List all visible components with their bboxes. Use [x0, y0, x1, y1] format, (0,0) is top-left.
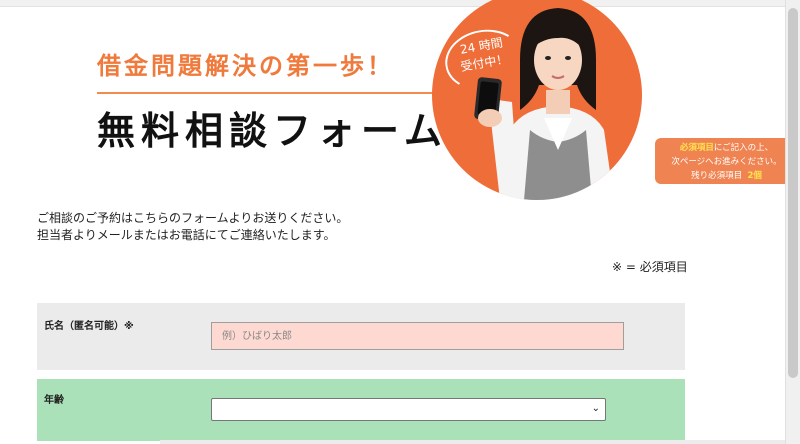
- form-row-name: 氏名（匿名可能）※: [37, 303, 685, 370]
- hero-subtitle: 借金問題解決の第一歩！: [97, 52, 394, 80]
- remaining-count: 2個: [747, 171, 762, 181]
- intro-line-1: ご相談のご予約はこちらのフォームよりお送りください。: [37, 211, 349, 225]
- intro-line-2: 担当者よりメールまたはお電話にてご連絡いたします。: [37, 228, 336, 242]
- browser-top-edge: [0, 0, 786, 7]
- form-bottom-edge: [160, 440, 786, 444]
- notice-highlight: 必須項目: [679, 143, 714, 153]
- name-label-text: 氏名（匿名可能）: [44, 321, 124, 332]
- page-title: 無料相談フォーム: [97, 109, 448, 153]
- operator-illustration: [474, 8, 614, 200]
- name-input[interactable]: [211, 322, 624, 350]
- name-field-label: 氏名（匿名可能）※: [44, 317, 134, 332]
- required-mark: ※: [124, 321, 134, 332]
- title-divider: [97, 92, 442, 94]
- form-row-age: 年齢 ⌄: [37, 379, 685, 441]
- page-scrollbar[interactable]: [785, 0, 800, 444]
- age-select[interactable]: ⌄: [211, 398, 606, 421]
- hero-image: [432, 0, 642, 200]
- scrollbar-thumb[interactable]: [788, 8, 798, 378]
- notice-line-1: 必須項目にご記入の上、: [655, 141, 798, 155]
- chevron-down-icon: ⌄: [591, 403, 600, 414]
- intro-text: ご相談のご予約はこちらのフォームよりお送りください。 担当者よりメールまたはお電…: [37, 210, 348, 244]
- notice-line-2: 次ページへお進みください。: [671, 157, 782, 167]
- notice-line-1-rest: にご記入の上、: [713, 143, 774, 153]
- age-field-label: 年齢: [44, 395, 64, 406]
- remaining-label: 残り必須項目: [691, 171, 743, 181]
- required-fields-notice: 必須項目にご記入の上、 次ページへお進みください。 残り必須項目 2個: [655, 138, 798, 184]
- notice-line-3: 残り必須項目 2個: [655, 169, 798, 183]
- required-legend: ※ = 必須項目: [612, 260, 688, 274]
